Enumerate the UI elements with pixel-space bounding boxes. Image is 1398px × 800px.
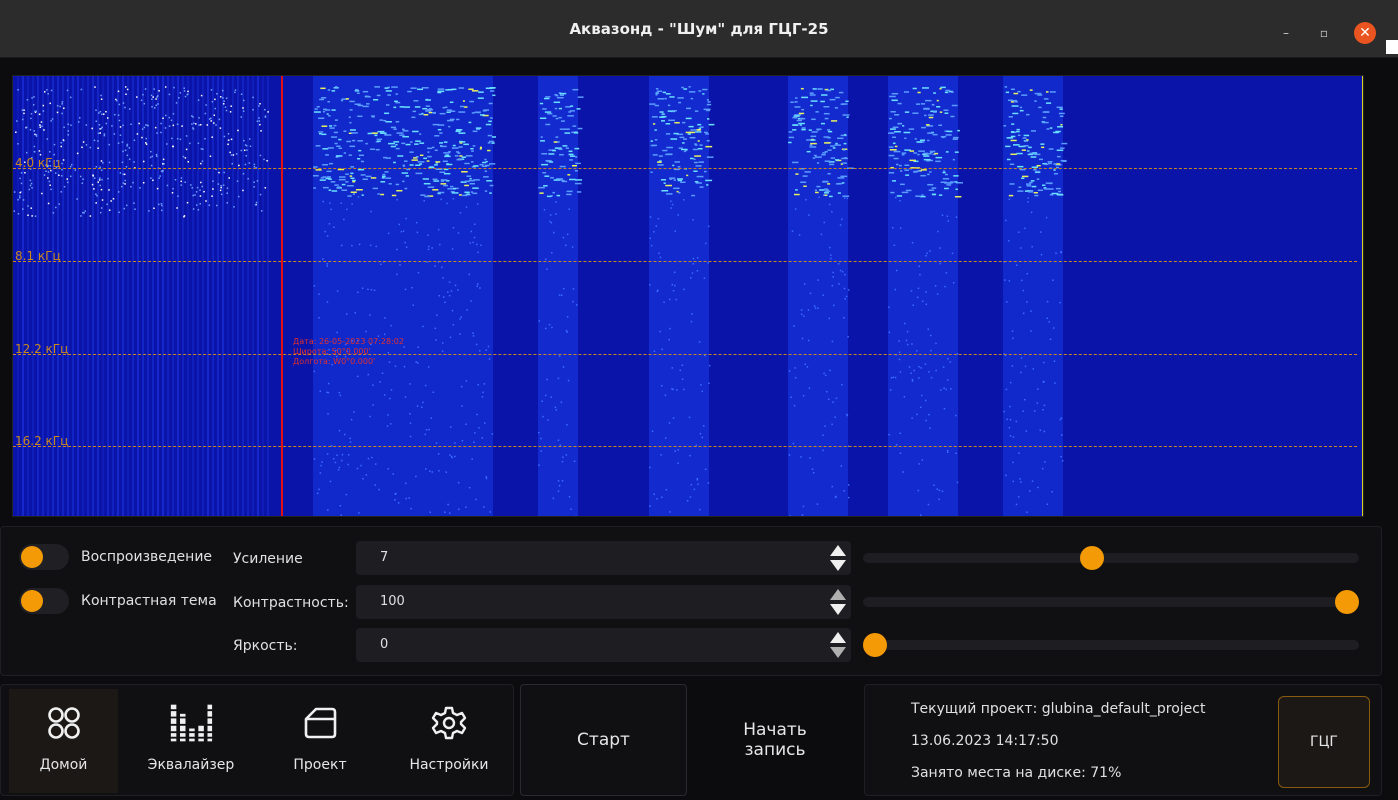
close-button[interactable]: ✕ bbox=[1354, 22, 1376, 44]
brightness-label: Яркость: bbox=[233, 638, 298, 654]
brightness-slider[interactable] bbox=[863, 633, 1359, 657]
title-bar: Аквазонд - "Шум" для ГЦГ-25 – ▫ ✕ bbox=[0, 0, 1398, 58]
spectrogram-image bbox=[13, 76, 1068, 516]
freq-gridline bbox=[13, 168, 1357, 169]
contrast-theme-label: Контрастная тема bbox=[81, 593, 217, 609]
brightness-spinbox[interactable]: 0 bbox=[356, 628, 851, 662]
edge-marker bbox=[1386, 40, 1398, 54]
record-button[interactable]: Начать запись bbox=[694, 684, 856, 796]
nav-home-label: Домой bbox=[39, 757, 88, 773]
cursor-latitude: Широта: S0°0.000' bbox=[293, 347, 371, 356]
contrast-label: Контрастность: bbox=[233, 595, 349, 611]
freq-gridline bbox=[13, 261, 1357, 262]
record-button-label: Начать запись bbox=[743, 720, 807, 760]
playback-label: Воспроизведение bbox=[81, 549, 213, 565]
cursor-date: Дата: 26-05-2023 07:28:02 bbox=[293, 337, 404, 346]
freq-gridline bbox=[13, 446, 1357, 447]
nav-equalizer-label: Эквалайзер bbox=[147, 757, 235, 773]
contrast-theme-row: Контрастная тема bbox=[19, 588, 217, 614]
nav-settings[interactable]: Настройки bbox=[395, 689, 503, 793]
home-grid-icon bbox=[42, 701, 86, 745]
spin-arrows-icon[interactable] bbox=[829, 543, 847, 573]
nav-project[interactable]: Проект bbox=[265, 689, 375, 793]
disk-usage: Занято места на диске: 71% bbox=[911, 765, 1122, 781]
freq-gridline bbox=[13, 354, 1357, 355]
brightness-value: 0 bbox=[380, 637, 389, 652]
gain-label: Усиление bbox=[233, 551, 303, 567]
playhead-marker bbox=[1362, 76, 1363, 516]
gear-icon bbox=[427, 701, 471, 745]
gcg-button[interactable]: ГЦГ bbox=[1278, 696, 1370, 788]
minimize-button[interactable]: – bbox=[1278, 25, 1294, 41]
current-project: Текущий проект: glubina_default_project bbox=[911, 701, 1206, 717]
start-button[interactable]: Старт bbox=[520, 684, 687, 796]
playback-row: Воспроизведение bbox=[19, 544, 212, 570]
nav-settings-label: Настройки bbox=[409, 757, 489, 773]
contrast-slider-thumb[interactable] bbox=[1335, 590, 1359, 614]
gain-slider[interactable] bbox=[863, 546, 1359, 570]
nav-project-label: Проект bbox=[293, 757, 347, 773]
toggle-knob bbox=[21, 590, 43, 612]
bottom-bar: Домой Эквалайзер Проект Настройки Старт … bbox=[0, 684, 1398, 800]
folder-icon bbox=[298, 701, 342, 745]
spin-arrows-icon[interactable] bbox=[829, 630, 847, 660]
spin-arrows-icon[interactable] bbox=[829, 587, 847, 617]
current-datetime: 13.06.2023 14:17:50 bbox=[911, 733, 1059, 749]
contrast-value: 100 bbox=[380, 594, 405, 609]
freq-label: 8.1 кГц bbox=[15, 249, 61, 263]
info-panel: Текущий проект: glubina_default_project … bbox=[864, 684, 1382, 796]
window-controls: – ▫ ✕ bbox=[1278, 22, 1376, 44]
gain-slider-thumb[interactable] bbox=[1080, 546, 1105, 570]
gain-spinbox[interactable]: 7 bbox=[356, 541, 851, 575]
contrast-slider[interactable] bbox=[863, 590, 1359, 614]
cursor-longitude: Долгота: W0°0.000' bbox=[293, 357, 376, 366]
contrast-spinbox[interactable]: 100 bbox=[356, 585, 851, 619]
nav-panel: Домой Эквалайзер Проект Настройки bbox=[0, 684, 514, 796]
gain-value: 7 bbox=[380, 550, 389, 565]
time-cursor[interactable] bbox=[281, 76, 283, 516]
cursor-info: Дата: 26-05-2023 07:28:02 Широта: S0°0.0… bbox=[293, 337, 404, 367]
controls-panel: Воспроизведение Контрастная тема Усилени… bbox=[0, 526, 1382, 676]
equalizer-icon bbox=[169, 701, 213, 745]
contrast-theme-toggle[interactable] bbox=[19, 588, 69, 614]
freq-label: 4.0 кГц bbox=[15, 156, 61, 170]
window-title: Аквазонд - "Шум" для ГЦГ-25 bbox=[569, 19, 829, 38]
freq-label: 12.2 кГц bbox=[15, 342, 69, 356]
spectrogram[interactable]: 4.0 кГц 8.1 кГц 12.2 кГц 16.2 кГц Дата: … bbox=[12, 75, 1364, 517]
restore-button[interactable]: ▫ bbox=[1316, 25, 1332, 41]
nav-equalizer[interactable]: Эквалайзер bbox=[131, 689, 251, 793]
freq-label: 16.2 кГц bbox=[15, 434, 69, 448]
toggle-knob bbox=[21, 546, 43, 568]
playback-toggle[interactable] bbox=[19, 544, 69, 570]
nav-home[interactable]: Домой bbox=[9, 689, 118, 793]
brightness-slider-thumb[interactable] bbox=[863, 633, 887, 657]
